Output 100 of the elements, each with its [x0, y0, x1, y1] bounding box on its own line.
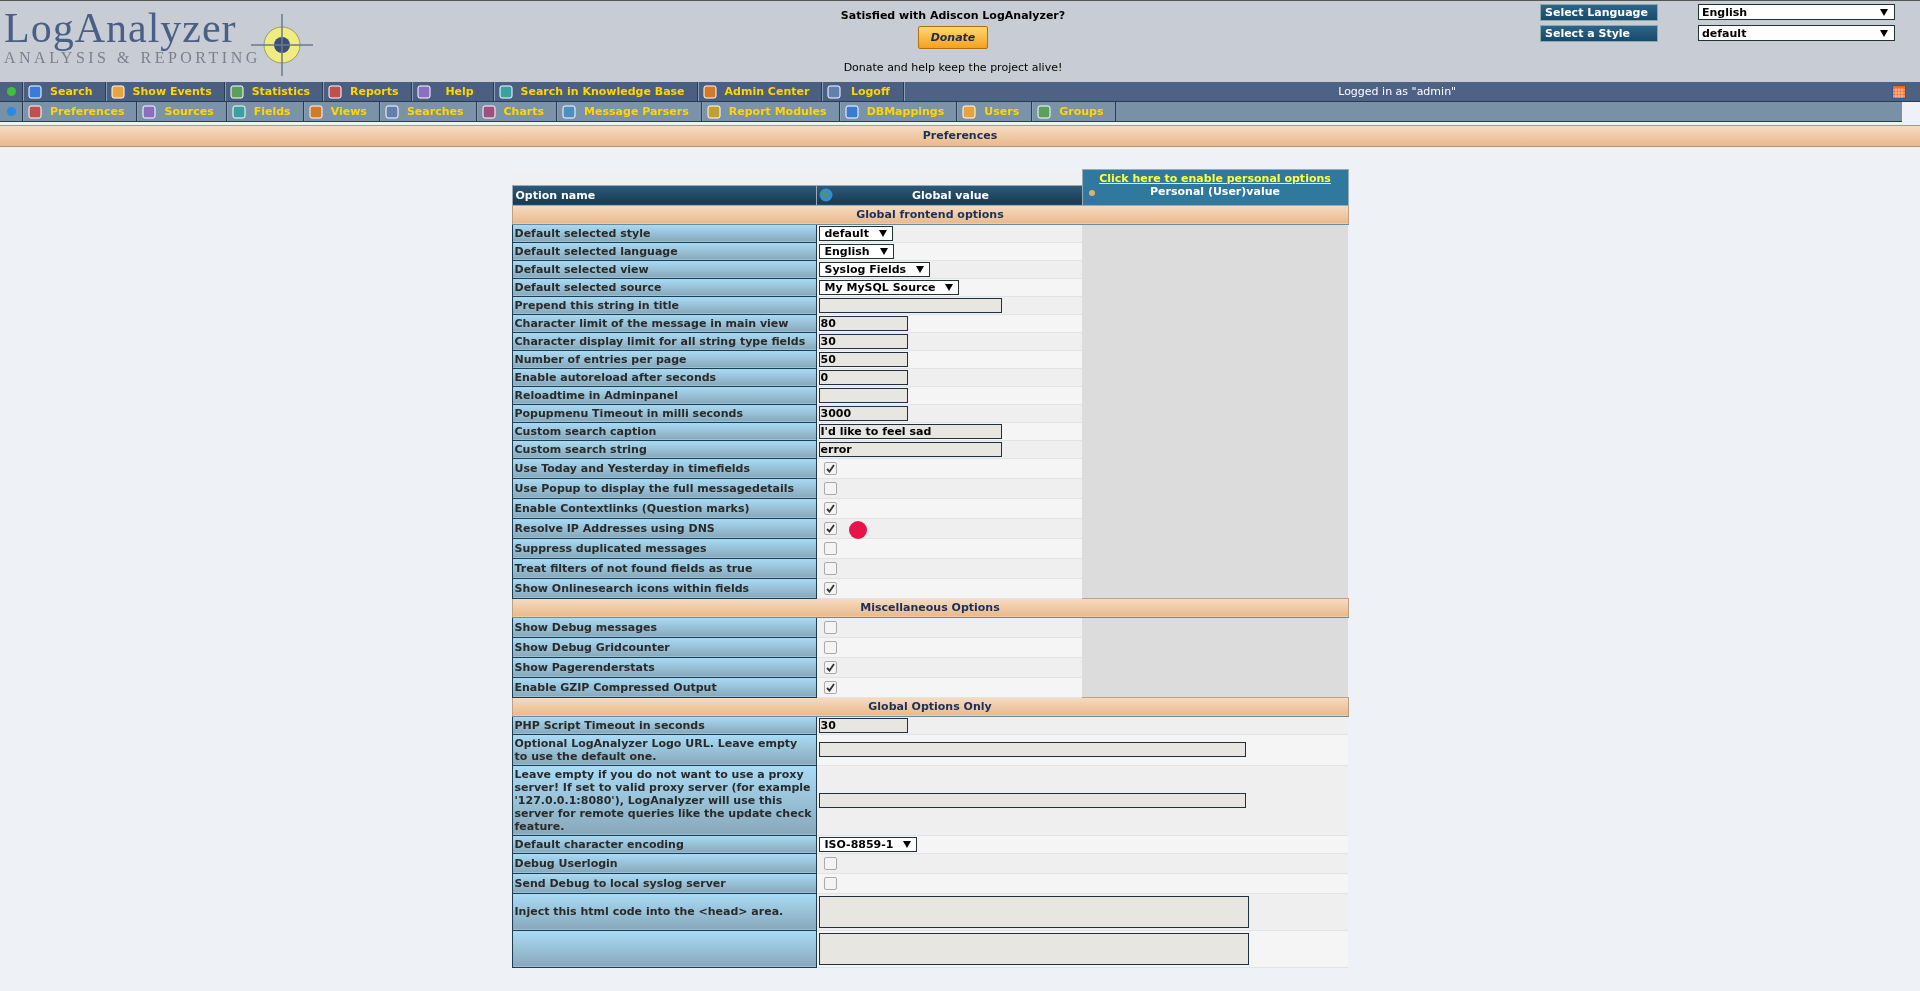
status-dot-icon — [6, 87, 16, 96]
input-field[interactable]: 3000 — [818, 405, 908, 421]
column-header: Personal (User)value — [1150, 185, 1280, 198]
caret-icon — [879, 247, 888, 255]
checkbox[interactable] — [823, 481, 837, 495]
square-icon — [110, 84, 125, 99]
caret-icon — [878, 229, 887, 237]
dropdown[interactable]: Syslog Fields — [818, 261, 931, 277]
checkbox[interactable] — [823, 541, 837, 555]
dropdown[interactable]: My MySQL Source — [818, 279, 960, 295]
square-icon — [231, 104, 246, 119]
caret-icon — [916, 265, 925, 273]
section-header: Miscellaneous Options — [512, 598, 1348, 617]
text-area[interactable] — [818, 895, 1249, 928]
menu-item[interactable]: Admin Center — [697, 82, 823, 101]
column-header: Option name — [512, 185, 816, 205]
checkbox[interactable] — [823, 521, 837, 535]
option-label: Treat filters of not found fields as true — [512, 558, 816, 578]
globe-icon — [818, 187, 833, 202]
caret-icon — [1880, 8, 1888, 16]
input-field[interactable] — [818, 297, 1002, 313]
input-field[interactable]: 50 — [818, 351, 908, 367]
input-field[interactable]: I'd like to feel sad — [818, 423, 1002, 439]
input-field[interactable]: 80 — [818, 315, 908, 331]
menu-item[interactable]: Logoff — [822, 82, 905, 101]
column-header: Global value — [912, 188, 989, 202]
checkbox[interactable] — [823, 856, 837, 870]
caret-icon — [1880, 29, 1888, 37]
section-header: Global Options Only — [512, 697, 1348, 716]
checkbox[interactable] — [823, 501, 837, 515]
checkbox[interactable] — [823, 581, 837, 595]
input-field[interactable] — [818, 387, 908, 403]
input-field[interactable]: error — [818, 441, 1002, 457]
option-label: Send Debug to local syslog server — [512, 873, 816, 893]
checkbox[interactable] — [823, 660, 837, 674]
option-label: Show Debug messages — [512, 617, 816, 637]
selector-label: Select Language — [1540, 4, 1658, 21]
option-label: Use Today and Yesterday in timefields — [512, 458, 816, 478]
menu-item[interactable]: Reports — [322, 82, 412, 101]
square-icon — [28, 104, 42, 119]
option-label: Suppress duplicated messages — [512, 538, 816, 558]
user-icon — [1085, 188, 1100, 203]
checkbox[interactable] — [823, 561, 837, 575]
page-title: Preferences — [0, 125, 1920, 147]
option-label: Debug Userlogin — [512, 853, 816, 873]
square-icon — [962, 104, 977, 119]
checkbox[interactable] — [823, 680, 837, 694]
square-icon — [327, 84, 342, 99]
square-icon — [384, 104, 399, 119]
option-label: Use Popup to display the full messagedetails — [512, 478, 816, 498]
square-icon — [481, 104, 496, 119]
square-icon — [416, 84, 431, 99]
option-label: Show Onlinesearch icons within fields — [512, 578, 816, 598]
square-icon — [28, 84, 42, 99]
input-field[interactable]: 30 — [818, 333, 908, 349]
option-label: Inject this html code into the <head> area. — [512, 893, 816, 930]
square-icon — [702, 84, 717, 99]
menu-item[interactable]: Search in Knowledge Base — [493, 82, 698, 101]
option-label: Enable GZIP Compressed Output — [512, 677, 816, 697]
dropdown[interactable]: ISO-8859-1 — [818, 836, 918, 852]
text-area[interactable] — [818, 932, 1249, 965]
option-label: Show Pagerenderstats — [512, 657, 816, 677]
menu-item[interactable]: Help — [411, 82, 494, 101]
option-label: Leave empty if you do not want to use a proxy server! If set to valid proxy server (for example '127.0.0.1:8080'), LogAnalyzer will use this server for remote queries like the update check feature. — [512, 765, 816, 835]
square-icon — [229, 84, 244, 99]
status-dot-icon — [6, 107, 16, 116]
square-icon — [706, 104, 721, 119]
input-field[interactable]: 30 — [818, 717, 908, 733]
checkbox[interactable] — [823, 461, 837, 475]
option-label: Optional LogAnalyzer Logo URL. Leave empty to use the default one. — [512, 734, 816, 765]
donate-question: Satisfied with Adiscon LogAnalyzer? — [840, 9, 1066, 22]
menu-item[interactable]: Statistics — [224, 82, 323, 101]
enable-personal-options-link[interactable]: Click here to enable personal options — [1082, 170, 1348, 185]
input-field[interactable] — [818, 792, 1246, 808]
donate-note: Donate and help keep the project alive! — [843, 61, 1063, 74]
option-label: Enable Contextlinks (Question marks) — [512, 498, 816, 518]
square-icon — [498, 84, 513, 99]
input-field[interactable] — [818, 742, 1246, 757]
selector-label: Select a Style — [1540, 25, 1658, 42]
square-icon — [142, 104, 157, 119]
square-icon — [1037, 104, 1052, 119]
option-label: Show Debug Gridcounter — [512, 637, 816, 657]
square-icon — [308, 104, 323, 119]
calendar-icon[interactable] — [1892, 84, 1906, 99]
checkbox[interactable] — [823, 620, 837, 634]
square-icon — [827, 84, 842, 99]
checkbox[interactable] — [823, 640, 837, 654]
square-icon — [844, 104, 859, 119]
dropdown[interactable]: English — [1698, 4, 1895, 20]
dropdown[interactable]: English — [818, 243, 894, 259]
donate-button[interactable]: Donate — [917, 26, 989, 49]
option-label: Resolve IP Addresses using DNS — [512, 518, 816, 538]
input-field[interactable]: 0 — [818, 369, 908, 385]
checkbox[interactable] — [823, 876, 837, 890]
dropdown[interactable]: default — [818, 225, 893, 241]
menu-item[interactable]: Show Events — [105, 82, 225, 101]
caret-icon — [903, 840, 912, 848]
square-icon — [562, 104, 577, 119]
dropdown[interactable]: default — [1698, 25, 1895, 41]
menu-item[interactable]: Search — [23, 82, 106, 101]
